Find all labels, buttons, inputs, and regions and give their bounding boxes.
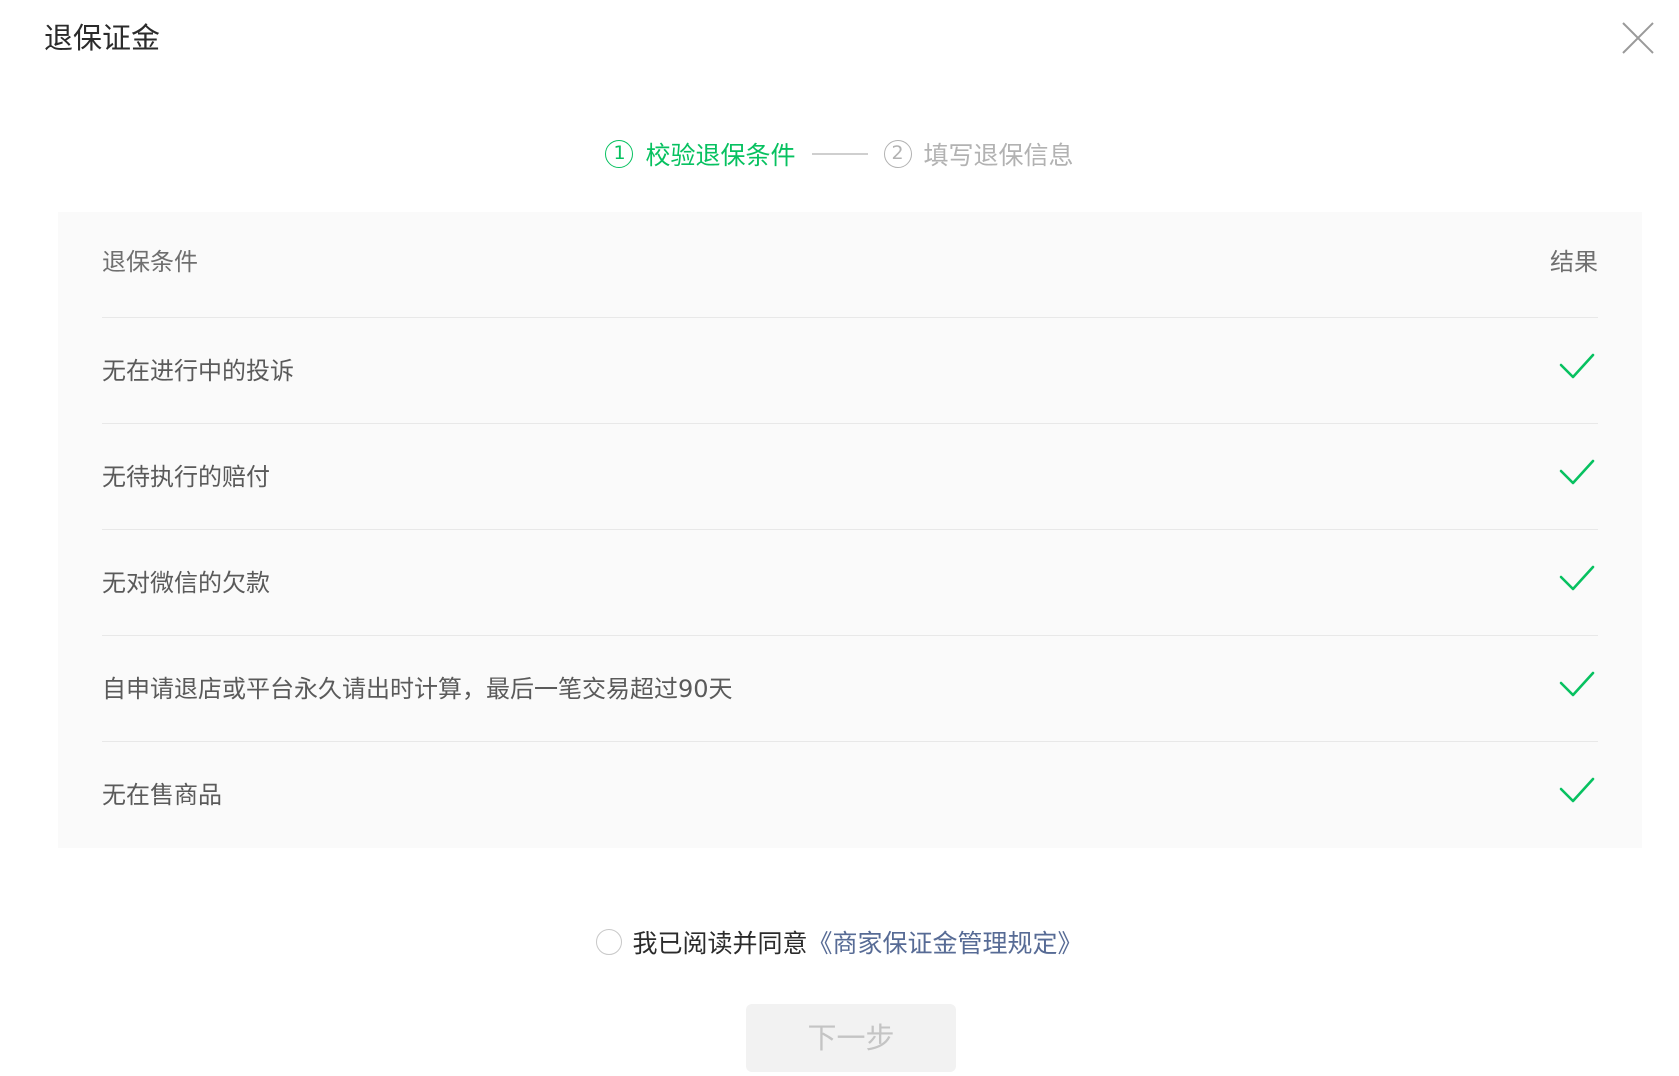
step-1-number: 1 (605, 140, 634, 168)
column-header-result: 结果 (1550, 248, 1598, 276)
step-connector (811, 153, 868, 155)
column-header-condition: 退保条件 (102, 248, 198, 276)
check-icon (1558, 558, 1596, 596)
condition-label: 自申请退店或平台永久请出时计算，最后一笔交易超过90天 (102, 675, 733, 703)
check-icon (1558, 664, 1596, 702)
next-step-button[interactable]: 下一步 (746, 1004, 956, 1072)
check-icon (1558, 770, 1596, 808)
table-row: 无在售商品 (102, 742, 1598, 848)
step-1-label: 校验退保条件 (645, 141, 796, 170)
condition-label: 无对微信的欠款 (102, 569, 270, 597)
table-row: 无待执行的赔付 (102, 424, 1598, 530)
table-row: 无对微信的欠款 (102, 530, 1598, 636)
agreement-radio[interactable] (596, 929, 623, 955)
close-button[interactable] (1620, 20, 1656, 56)
step-2-label: 填写退保信息 (923, 141, 1074, 170)
dialog-title: 退保证金 (44, 21, 161, 55)
agreement-link[interactable]: 《商家保证金管理规定》 (808, 924, 1083, 960)
step-2: 2 填写退保信息 (883, 136, 1074, 172)
table-row: 自申请退店或平台永久请出时计算，最后一笔交易超过90天 (102, 636, 1598, 742)
check-icon (1558, 346, 1596, 384)
step-indicator: 1 校验退保条件 2 填写退保信息 (0, 132, 1679, 176)
step-2-number: 2 (883, 140, 912, 168)
agreement-text: 我已阅读并同意 (632, 929, 808, 958)
check-icon (1558, 452, 1596, 490)
step-1: 1 校验退保条件 (605, 136, 796, 172)
close-icon[interactable] (1620, 20, 1656, 56)
conditions-table: 退保条件 结果 无在进行中的投诉 无待执行的赔付 无对微信的欠款 自申请退店或平… (58, 212, 1642, 848)
condition-label: 无待执行的赔付 (102, 463, 270, 491)
table-row: 无在进行中的投诉 (102, 318, 1598, 424)
agreement-row: 我已阅读并同意 《商家保证金管理规定》 (0, 920, 1679, 964)
condition-label: 无在进行中的投诉 (102, 357, 294, 385)
table-header: 退保条件 结果 (102, 212, 1598, 318)
condition-label: 无在售商品 (102, 781, 222, 809)
